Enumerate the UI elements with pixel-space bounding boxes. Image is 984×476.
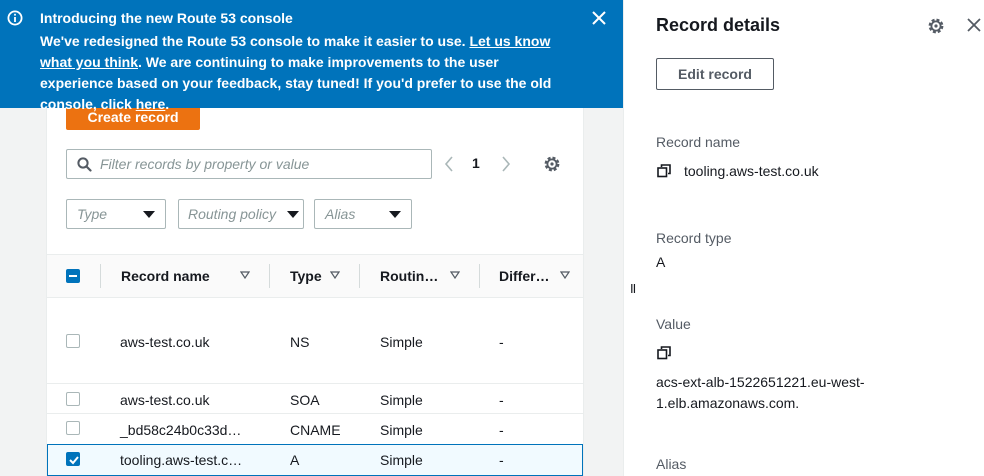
record-name-value: tooling.aws-test.co.uk: [684, 163, 819, 179]
routing-cell: Simple: [380, 452, 423, 468]
panel-title: Record details: [656, 15, 781, 35]
panel-splitter[interactable]: [623, 0, 624, 476]
differentiator-cell: -: [499, 422, 504, 438]
banner-text: .: [165, 96, 170, 112]
row-checkbox-checked[interactable]: [66, 452, 80, 466]
alias-label: Alias: [656, 456, 687, 472]
value-line-2: 1.elb.amazonaws.com.: [656, 395, 800, 411]
edit-record-button[interactable]: Edit record: [656, 58, 774, 90]
caret-down-icon: [143, 210, 155, 218]
banner-title: Introducing the new Route 53 console: [40, 10, 293, 26]
routing-cell: Simple: [380, 334, 423, 350]
new-console-banner: Introducing the new Route 53 console We'…: [0, 0, 623, 112]
routing-policy-filter-select[interactable]: Routing policy: [178, 199, 304, 229]
record-name-cell: _bd58c24b0c33d…: [120, 422, 242, 438]
old-console-link[interactable]: here: [136, 96, 166, 112]
gear-icon[interactable]: [543, 155, 561, 173]
type-cell: A: [290, 452, 300, 468]
sort-icon[interactable]: [240, 271, 250, 279]
column-divider[interactable]: [269, 264, 270, 288]
routing-cell: Simple: [380, 422, 423, 438]
record-name-label: Record name: [656, 134, 741, 150]
record-type-value: A: [656, 254, 666, 270]
row-checkbox[interactable]: [66, 334, 80, 348]
record-name-cell: aws-test.co.uk: [120, 392, 210, 408]
copy-icon[interactable]: [657, 164, 671, 178]
copy-icon[interactable]: [657, 346, 671, 360]
alias-filter-select[interactable]: Alias: [314, 199, 412, 229]
caret-down-icon: [287, 210, 299, 218]
filter-search-box[interactable]: [66, 149, 432, 179]
route53-console: Create record 1 Type Routing policy Alia…: [0, 0, 984, 476]
column-divider[interactable]: [359, 264, 360, 288]
row-divider: [47, 413, 583, 414]
type-cell: SOA: [290, 392, 320, 408]
sort-icon[interactable]: [560, 271, 570, 279]
differentiator-cell: -: [499, 334, 504, 350]
column-header-routing[interactable]: Routin…: [380, 268, 438, 284]
search-icon: [77, 156, 92, 172]
column-divider: [100, 264, 101, 288]
sort-icon[interactable]: [330, 271, 340, 279]
routing-cell: Simple: [380, 392, 423, 408]
row-checkbox[interactable]: [66, 421, 80, 435]
differentiator-cell: -: [499, 392, 504, 408]
close-icon[interactable]: [966, 17, 982, 33]
alias-filter-placeholder: Alias: [325, 206, 356, 222]
differentiator-cell: -: [499, 452, 504, 468]
select-all-checkbox[interactable]: [66, 269, 80, 283]
column-header-record-name[interactable]: Record name: [121, 268, 210, 284]
type-cell: CNAME: [290, 422, 341, 438]
drag-handle-icon[interactable]: II: [630, 281, 636, 296]
close-icon[interactable]: [590, 9, 608, 27]
value-line-1: acs-ext-alb-1522651221.eu-west-: [656, 374, 865, 390]
column-header-type[interactable]: Type: [290, 268, 322, 284]
sort-icon[interactable]: [450, 271, 460, 279]
value-label: Value: [656, 316, 691, 332]
check-icon: [69, 456, 79, 465]
chevron-left-icon[interactable]: [441, 152, 457, 176]
row-divider: [47, 383, 583, 384]
chevron-right-icon[interactable]: [498, 152, 514, 176]
caret-down-icon: [389, 210, 401, 218]
record-name-cell: aws-test.co.uk: [120, 334, 210, 350]
column-header-differentiator[interactable]: Differ…: [499, 268, 550, 284]
page-number[interactable]: 1: [472, 155, 480, 171]
banner-message: We've redesigned the Route 53 console to…: [40, 31, 570, 115]
info-icon: [7, 10, 23, 26]
gear-icon[interactable]: [927, 17, 945, 35]
search-input[interactable]: [100, 156, 420, 172]
type-cell: NS: [290, 334, 310, 350]
column-divider[interactable]: [479, 264, 480, 288]
record-name-cell: tooling.aws-test.c…: [120, 452, 243, 468]
type-filter-select[interactable]: Type: [66, 199, 166, 229]
banner-text: We've redesigned the Route 53 console to…: [40, 33, 470, 49]
routing-policy-placeholder: Routing policy: [188, 206, 276, 222]
type-filter-placeholder: Type: [77, 206, 108, 222]
record-type-label: Record type: [656, 230, 732, 246]
row-checkbox[interactable]: [66, 392, 80, 406]
